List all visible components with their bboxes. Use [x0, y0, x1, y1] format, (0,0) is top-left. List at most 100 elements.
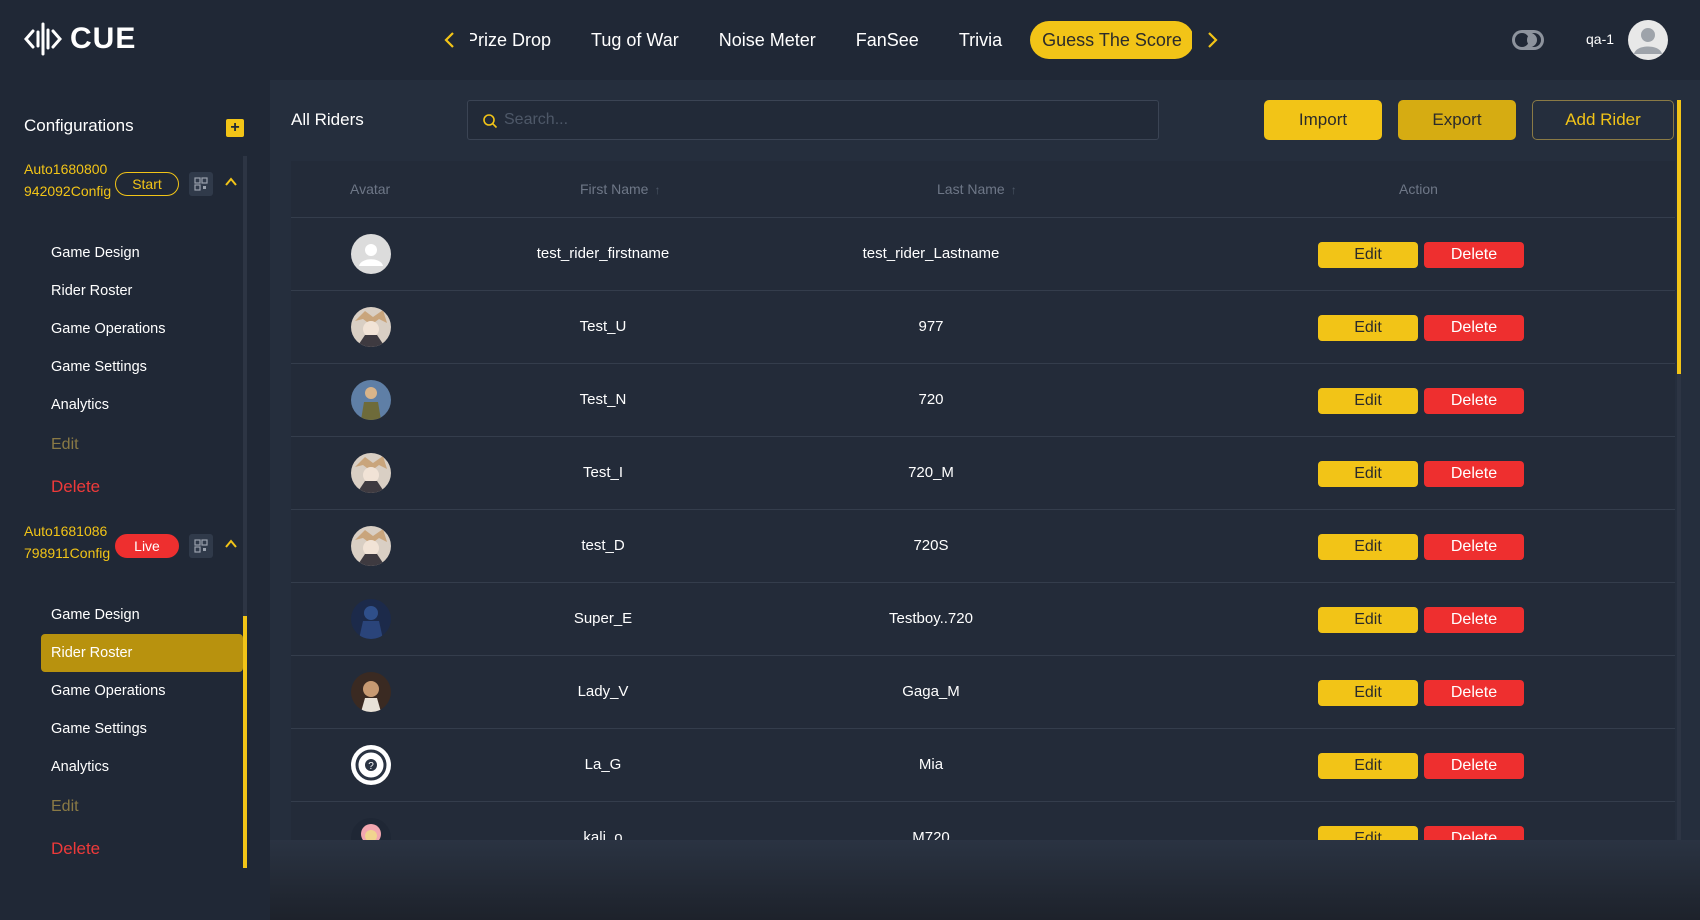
nav-prev-button[interactable]: [438, 28, 462, 52]
sort-arrow-icon[interactable]: ↑: [654, 183, 660, 197]
menu-game-operations[interactable]: Game Operations: [41, 672, 243, 710]
rider-avatar: [351, 599, 391, 639]
live-badge[interactable]: Live: [115, 534, 179, 558]
add-config-button[interactable]: +: [226, 119, 244, 137]
edit-rider-button[interactable]: Edit: [1318, 242, 1418, 268]
chevron-right-icon: [1208, 32, 1218, 48]
edit-rider-button[interactable]: Edit: [1318, 461, 1418, 487]
table-row: Test_N 720 Edit Delete: [291, 364, 1675, 437]
sort-arrow-icon[interactable]: ↑: [1011, 183, 1017, 197]
edit-rider-button[interactable]: Edit: [1318, 388, 1418, 414]
config-delete-link[interactable]: Delete: [41, 468, 243, 506]
menu-rider-roster[interactable]: Rider Roster: [41, 272, 243, 310]
menu-analytics[interactable]: Analytics: [41, 748, 243, 786]
table-row: kali_o M720 Edit Delete: [291, 802, 1675, 840]
last-name-cell: test_rider_Lastname: [862, 245, 1000, 262]
sidebar: Configurations + Auto1680800942092Config…: [0, 80, 270, 920]
config-delete-link[interactable]: Delete: [41, 830, 243, 868]
edit-rider-button[interactable]: Edit: [1318, 826, 1418, 840]
last-name-cell: 720S: [913, 537, 949, 554]
tab-noise-meter[interactable]: Noise Meter: [699, 21, 836, 59]
sidebar-scroll-thumb[interactable]: [243, 616, 247, 868]
column-last-name[interactable]: Last Name ↑: [937, 181, 1017, 197]
tab-trivia[interactable]: Trivia: [939, 21, 1022, 59]
first-name-cell: Lady_V: [577, 683, 629, 700]
qr-code-button[interactable]: [189, 172, 213, 196]
table-header: Avatar First Name ↑ Last Name ↑ Action: [291, 161, 1675, 218]
collapse-button[interactable]: [223, 536, 239, 552]
nav-next-button[interactable]: [1200, 28, 1224, 52]
chevron-up-icon: [225, 177, 237, 186]
logo[interactable]: CUE: [24, 20, 136, 58]
delete-rider-button[interactable]: Delete: [1424, 534, 1524, 560]
delete-rider-button[interactable]: Delete: [1424, 753, 1524, 779]
menu-game-design[interactable]: Game Design: [41, 234, 243, 272]
column-first-name[interactable]: First Name ↑: [580, 181, 660, 197]
last-name-cell: Mia: [918, 756, 944, 773]
last-name-cell: M720: [912, 829, 950, 840]
theme-toggle[interactable]: [1512, 30, 1544, 50]
user-name[interactable]: qa-1: [1586, 31, 1614, 47]
rider-avatar: ?: [351, 745, 391, 785]
tab-prize-drop[interactable]: Prize Drop: [470, 21, 571, 59]
tab-tug-of-war[interactable]: Tug of War: [571, 21, 699, 59]
chevron-up-icon: [225, 539, 237, 548]
config-edit-link[interactable]: Edit: [41, 426, 243, 464]
menu-rider-roster[interactable]: Rider Roster: [41, 634, 243, 672]
user-icon: [1634, 28, 1662, 54]
delete-rider-button[interactable]: Delete: [1424, 826, 1524, 840]
qr-code-button[interactable]: [189, 534, 213, 558]
delete-rider-button[interactable]: Delete: [1424, 388, 1524, 414]
tab-fansee[interactable]: FanSee: [836, 21, 939, 59]
rider-avatar: [351, 234, 391, 274]
start-button[interactable]: Start: [115, 172, 179, 196]
top-bar: CUE Prize Drop Tug of War Noise Meter Fa…: [0, 0, 1700, 80]
rider-avatar: [351, 380, 391, 420]
edit-rider-button[interactable]: Edit: [1318, 607, 1418, 633]
menu-game-operations[interactable]: Game Operations: [41, 310, 243, 348]
search-input[interactable]: [504, 101, 1144, 139]
edit-rider-button[interactable]: Edit: [1318, 315, 1418, 341]
table-row: test_D 720S Edit Delete: [291, 510, 1675, 583]
add-rider-button[interactable]: Add Rider: [1532, 100, 1674, 140]
tab-guess-the-score[interactable]: Guess The Score: [1030, 21, 1192, 59]
delete-rider-button[interactable]: Delete: [1424, 315, 1524, 341]
first-name-cell: kali_o: [583, 829, 623, 840]
menu-analytics[interactable]: Analytics: [41, 386, 243, 424]
column-avatar: Avatar: [350, 181, 391, 197]
table-row: ? La_G Mia Edit Delete: [291, 729, 1675, 802]
main-scroll-thumb[interactable]: [1677, 100, 1681, 374]
svg-text:?: ?: [368, 761, 374, 772]
delete-rider-button[interactable]: Delete: [1424, 680, 1524, 706]
user-avatar[interactable]: [1628, 20, 1668, 60]
rider-avatar: [351, 526, 391, 566]
column-action: Action: [1399, 181, 1438, 197]
config-edit-link[interactable]: Edit: [41, 788, 243, 826]
edit-rider-button[interactable]: Edit: [1318, 534, 1418, 560]
first-name-cell: Test_U: [579, 318, 627, 335]
last-name-cell: 977: [918, 318, 944, 335]
collapse-button[interactable]: [223, 174, 239, 190]
menu-game-design[interactable]: Game Design: [41, 596, 243, 634]
delete-rider-button[interactable]: Delete: [1424, 607, 1524, 633]
nav-tabs: Prize Drop Tug of War Noise Meter FanSee…: [470, 21, 1192, 59]
table-row: Lady_V Gaga_M Edit Delete: [291, 656, 1675, 729]
menu-game-settings[interactable]: Game Settings: [41, 348, 243, 386]
delete-rider-button[interactable]: Delete: [1424, 242, 1524, 268]
table-row: Super_E Testboy..720 Edit Delete: [291, 583, 1675, 656]
config-name[interactable]: Auto1680800942092Config: [24, 158, 112, 202]
qr-code-icon: [194, 539, 208, 553]
last-name-cell: Testboy..720: [889, 610, 973, 627]
qr-code-icon: [194, 177, 208, 191]
edit-rider-button[interactable]: Edit: [1318, 753, 1418, 779]
config-name[interactable]: Auto1681086798911Config: [24, 520, 112, 564]
import-button[interactable]: Import: [1264, 100, 1382, 140]
first-name-cell: Test_N: [579, 391, 627, 408]
menu-game-settings[interactable]: Game Settings: [41, 710, 243, 748]
rider-avatar: [351, 453, 391, 493]
export-button[interactable]: Export: [1398, 100, 1516, 140]
first-name-cell: La_G: [584, 756, 622, 773]
edit-rider-button[interactable]: Edit: [1318, 680, 1418, 706]
delete-rider-button[interactable]: Delete: [1424, 461, 1524, 487]
rider-avatar: [351, 307, 391, 347]
